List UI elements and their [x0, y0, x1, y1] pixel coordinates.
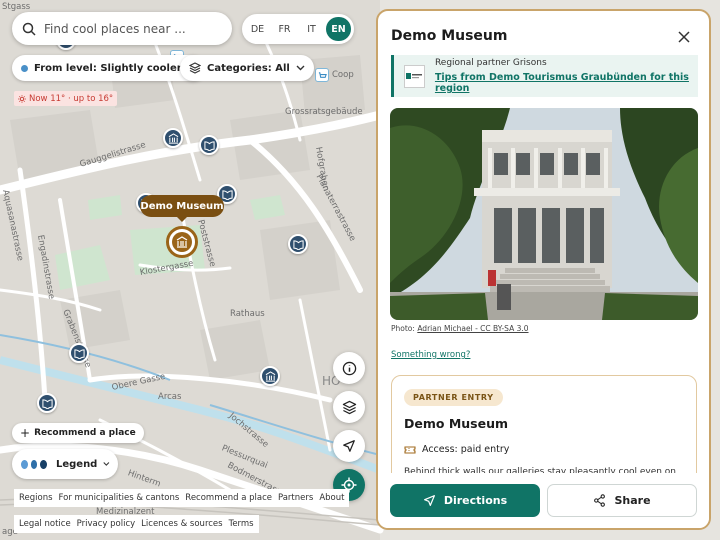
selected-marker-label[interactable]: Demo Museum [140, 195, 224, 222]
panel-title: Demo Museum [391, 28, 508, 44]
legend-swatch [20, 458, 29, 470]
recommend-place-label: Recommend a place [34, 428, 136, 438]
street-label: Stgass [2, 2, 31, 12]
lang-fr[interactable]: FR [272, 17, 297, 41]
plus-icon: + [20, 426, 31, 440]
street-label: Coop [332, 70, 354, 80]
partner-label: Regional partner Grisons [434, 58, 547, 68]
street-label: Rathaus [230, 309, 265, 319]
categories-filter-label: Categories: All [207, 62, 290, 74]
footer-link-licences[interactable]: Licences & sources [141, 519, 222, 529]
photo-credit-prefix: Photo: [391, 324, 418, 333]
language-switcher: DE FR IT EN [242, 14, 354, 44]
poi-marker-library[interactable] [37, 393, 57, 413]
chevron-down-icon [296, 65, 305, 71]
footer-link-regions[interactable]: Regions [19, 493, 53, 503]
level-filter-label: From level: Slightly cooler [34, 62, 182, 74]
navigation-arrow-icon [423, 495, 435, 506]
layers-icon [342, 400, 356, 414]
photo-credit: Photo: Adrian Michael - CC BY-SA 3.0 [391, 324, 529, 333]
temperature-text: Now 11° · up to 16° [29, 93, 114, 104]
level-dot-icon [21, 64, 28, 72]
lang-it[interactable]: IT [299, 17, 324, 41]
layers-button[interactable] [333, 391, 365, 423]
share-icon [594, 494, 606, 507]
selected-marker-museum[interactable] [166, 226, 198, 258]
search-input[interactable] [44, 21, 214, 36]
legend-label: Legend [55, 458, 98, 470]
chevron-down-icon [103, 462, 110, 466]
museum-icon [172, 232, 192, 252]
report-problem-link[interactable]: Something wrong? [391, 350, 470, 360]
footer-link-recommend[interactable]: Recommend a place [185, 493, 272, 503]
info-icon [342, 361, 356, 375]
footer-link-terms[interactable]: Terms [229, 519, 254, 529]
street-label: Arcas [158, 392, 182, 402]
sun-icon [18, 94, 26, 103]
footer-link-privacy[interactable]: Privacy policy [77, 519, 136, 529]
temperature-badge: Now 11° · up to 16° [14, 91, 118, 106]
footer-link-about[interactable]: About [319, 493, 344, 503]
directions-button[interactable]: Directions [390, 484, 540, 517]
categories-filter-dropdown[interactable]: Categories: All [180, 55, 314, 81]
partner-tips-link[interactable]: Tips from Demo Tourismus Graubünden for … [435, 72, 698, 94]
access-info: Access: paid entry [404, 444, 509, 455]
close-icon[interactable] [677, 30, 691, 44]
partner-entry-badge: PARTNER ENTRY [404, 389, 503, 406]
poi-marker-library[interactable] [69, 343, 89, 363]
footer-link-legal-notice[interactable]: Legal notice [19, 519, 71, 529]
panel-actions: Directions Share [378, 473, 709, 528]
info-button[interactable] [333, 352, 365, 384]
search-bar[interactable] [12, 12, 232, 45]
ticket-icon [404, 445, 416, 454]
poi-marker-library[interactable] [288, 234, 308, 254]
footer-link-municipalities[interactable]: For municipalities & cantons [59, 493, 180, 503]
footer-links-legal: Legal notice Privacy policy Licences & s… [14, 515, 259, 533]
navigation-arrow-icon [343, 440, 355, 452]
directions-label: Directions [443, 494, 508, 507]
poi-marker-library[interactable] [199, 135, 219, 155]
share-button[interactable]: Share [547, 484, 697, 517]
legend-swatch [29, 458, 39, 470]
legend-swatch [39, 458, 48, 470]
share-label: Share [614, 494, 651, 507]
layers-icon [189, 62, 201, 74]
lang-en[interactable]: EN [326, 17, 351, 41]
place-photo[interactable] [390, 108, 698, 320]
poi-marker-museum[interactable] [260, 366, 280, 386]
footer-link-partners[interactable]: Partners [278, 493, 313, 503]
shop-icon[interactable] [315, 68, 329, 82]
footer-links-primary: Regions For municipalities & cantons Rec… [14, 489, 350, 507]
lang-de[interactable]: DE [245, 17, 270, 41]
search-icon [22, 22, 36, 36]
photo-credit-link[interactable]: Adrian Michael - CC BY-SA 3.0 [417, 324, 528, 333]
poi-marker-museum[interactable] [163, 128, 183, 148]
access-text: Access: paid entry [422, 444, 510, 455]
legend-button[interactable]: Legend [12, 449, 118, 479]
street-label: Grossratsgebäude [285, 107, 363, 117]
partner-banner: Regional partner Grisons Tips from Demo … [391, 55, 698, 97]
recommend-place-button[interactable]: + Recommend a place [12, 423, 144, 443]
level-filter-dropdown[interactable]: From level: Slightly cooler [12, 55, 206, 81]
navigate-button[interactable] [333, 430, 365, 462]
card-title: Demo Museum [404, 416, 508, 431]
place-detail-panel: Demo Museum Regional partner Grisons Tip… [376, 9, 711, 530]
partner-logo [404, 64, 425, 88]
